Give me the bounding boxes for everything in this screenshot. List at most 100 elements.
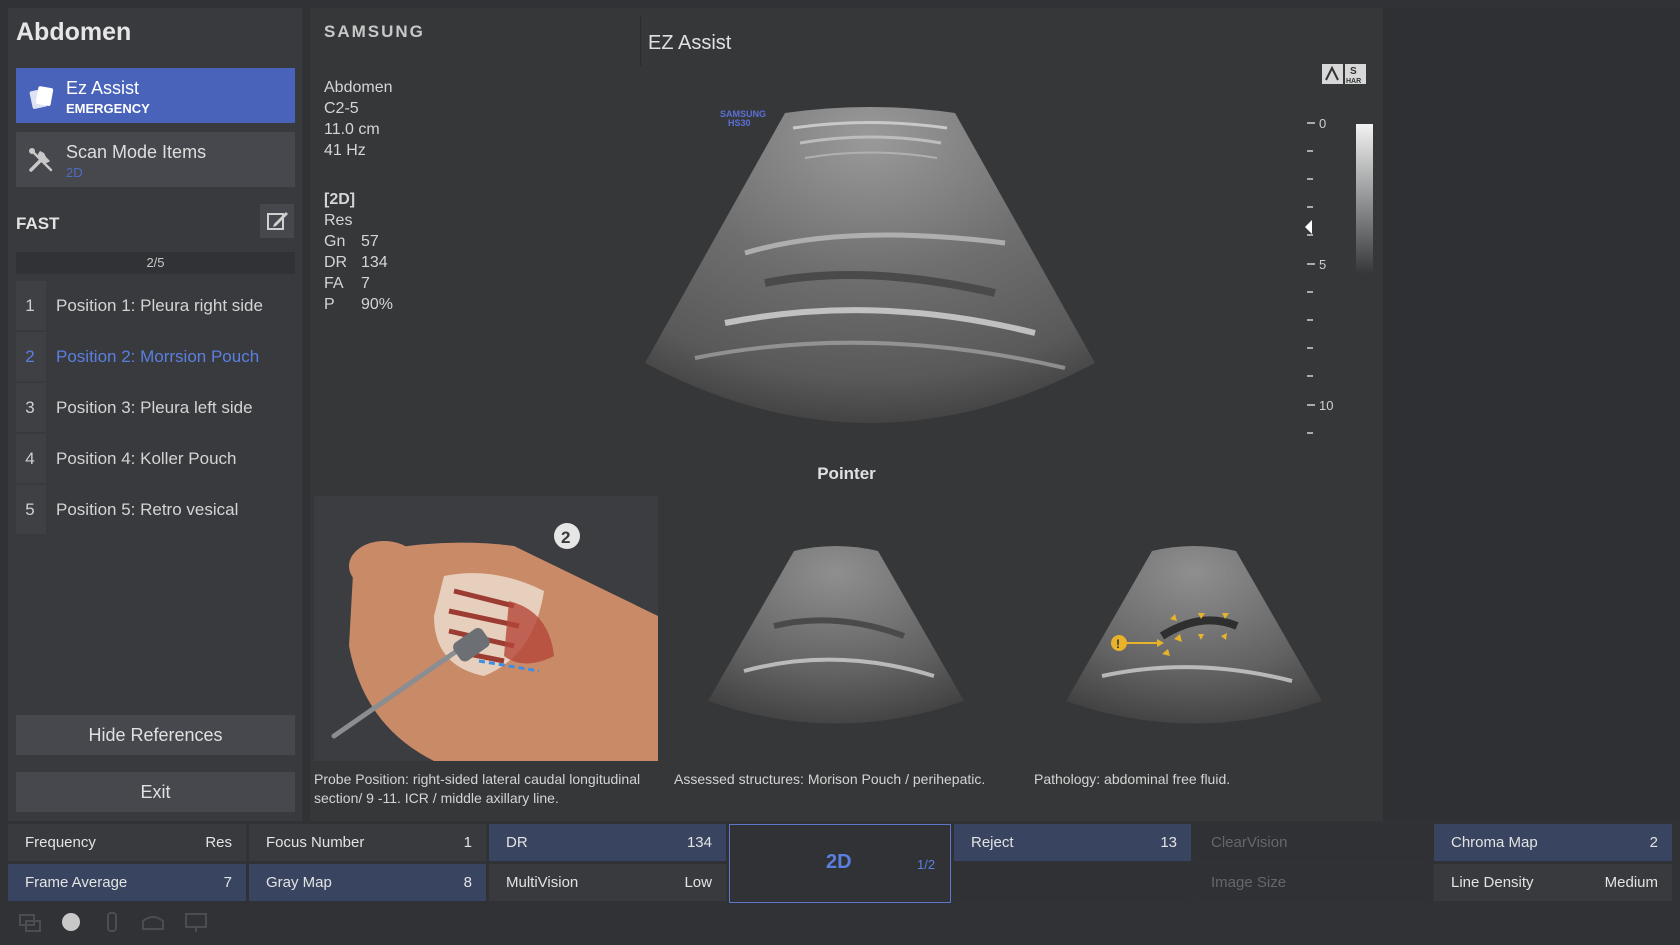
- printer-icon: [142, 916, 164, 930]
- control-name: ClearVision: [1211, 834, 1288, 851]
- probe-position-image: 2: [314, 496, 658, 761]
- cards-icon: [29, 86, 54, 109]
- param-value: 57: [361, 233, 379, 250]
- list-item[interactable]: 1 Position 1: Pleura right side: [16, 281, 295, 330]
- edit-protocol-button[interactable]: [260, 204, 294, 238]
- param-value: 90%: [361, 296, 394, 313]
- list-item[interactable]: 5 Position 5: Retro vesical: [16, 485, 295, 534]
- watermark-line2: HS30: [728, 118, 751, 128]
- control-value: 7: [223, 874, 232, 891]
- mode-header: [2D]: [324, 191, 356, 208]
- brand-logo: SAMSUNG: [324, 22, 425, 41]
- page-title: EZ Assist: [648, 32, 732, 54]
- param-row: FA 7: [324, 273, 393, 294]
- probe-position-caption: Probe Position: right-sided lateral caud…: [314, 771, 641, 806]
- svg-text:!: !: [1116, 637, 1120, 651]
- main-panel: SAMSUNG EZ Assist Abdomen C2-5 11.0 cm 4…: [310, 8, 1383, 821]
- position-number: 2: [25, 347, 35, 366]
- left-panel: Abdomen Ez Assist EMERGENCY Scan Mode It…: [8, 8, 302, 821]
- scan-mode-items-button[interactable]: Scan Mode Items 2D: [16, 132, 295, 187]
- assessed-structures-caption: Assessed structures: Morison Pouch / per…: [674, 771, 986, 787]
- control-value: 134: [686, 834, 712, 851]
- ez-assist-button[interactable]: Ez Assist EMERGENCY: [16, 68, 295, 123]
- title-bar: [640, 16, 1383, 66]
- record-icon: [62, 913, 80, 931]
- icon-s-text: S: [1350, 66, 1357, 77]
- scan-info: Abdomen C2-5 11.0 cm 41 Hz: [324, 77, 393, 161]
- param-row: Gn 57: [324, 231, 393, 252]
- icon-har-text: HAR: [1346, 78, 1361, 85]
- control-value: 8: [463, 874, 472, 891]
- control-value: 1: [463, 834, 472, 851]
- tools-icon: [29, 148, 53, 172]
- res-label: Res: [324, 212, 353, 229]
- control-value: 2: [1649, 834, 1658, 851]
- focus-marker-icon[interactable]: [1305, 220, 1312, 234]
- position-badge: 2: [561, 528, 570, 547]
- reference-ultrasound-image: [664, 496, 1008, 761]
- dr-control[interactable]: DR 134: [489, 824, 726, 861]
- control-name: Focus Number: [266, 834, 365, 851]
- mode-page: 1/2: [917, 857, 936, 872]
- position-label: Position 5: Retro vesical: [46, 485, 295, 534]
- position-label: Position 4: Koller Pouch: [46, 434, 295, 483]
- focus-number-control[interactable]: Focus Number 1: [249, 824, 486, 861]
- reject-control[interactable]: Reject 13: [954, 824, 1191, 861]
- frame-rate: 41 Hz: [324, 142, 366, 159]
- control-value: Res: [205, 834, 232, 851]
- chroma-map-control[interactable]: Chroma Map 2: [1434, 824, 1672, 861]
- gray-map-control[interactable]: Gray Map 8: [249, 864, 486, 901]
- depth-tick-5: 5: [1319, 257, 1326, 272]
- mode-2d-button[interactable]: 2D 1/2: [729, 824, 951, 903]
- pathology-caption: Pathology: abdominal free fluid.: [1034, 771, 1231, 787]
- param-value: 7: [361, 275, 370, 292]
- preset-name: Abdomen: [324, 79, 393, 96]
- position-number: 5: [25, 500, 35, 519]
- mode-params: [2D] Res Gn 57 DR 134 FA 7 P 90%: [324, 189, 393, 315]
- list-item[interactable]: 4 Position 4: Koller Pouch: [16, 434, 295, 483]
- har-icon: S HAR: [1322, 64, 1366, 85]
- control-name: Line Density: [1451, 874, 1534, 891]
- position-label: Position 1: Pleura right side: [46, 281, 295, 330]
- ez-assist-sublabel: EMERGENCY: [66, 101, 150, 116]
- depth-value: 11.0 cm: [324, 121, 380, 138]
- position-label: Position 3: Pleura left side: [46, 383, 295, 432]
- scan-mode-sublabel: 2D: [66, 165, 83, 180]
- position-number: 3: [25, 398, 35, 417]
- list-item[interactable]: 3 Position 3: Pleura left side: [16, 383, 295, 432]
- ez-assist-label: Ez Assist: [66, 78, 140, 98]
- control-value: 13: [1160, 834, 1177, 851]
- preset-title: Abdomen: [16, 18, 132, 46]
- right-strip: [1383, 8, 1680, 821]
- control-name: Gray Map: [266, 874, 332, 891]
- param-row: P 90%: [324, 294, 393, 315]
- control-name: Reject: [971, 834, 1014, 851]
- control-name: DR: [506, 834, 528, 851]
- scan-mode-label: Scan Mode Items: [66, 142, 207, 162]
- param-value: 134: [361, 254, 388, 271]
- depth-tick-0: 0: [1319, 118, 1326, 131]
- control-value: Medium: [1604, 874, 1658, 891]
- depth-tick-10: 10: [1319, 398, 1333, 413]
- list-item[interactable]: 2 Position 2: Morrsion Pouch: [16, 332, 295, 381]
- position-label: Position 2: Morrsion Pouch: [46, 332, 295, 381]
- control-value: Low: [684, 874, 712, 891]
- position-number: 4: [25, 449, 35, 468]
- status-icons: [19, 912, 207, 932]
- frame-average-control[interactable]: Frame Average 7: [8, 864, 246, 901]
- edit-icon: [267, 212, 288, 230]
- mode-label: 2D: [826, 851, 852, 873]
- clearvision-control[interactable]: ClearVision: [1194, 824, 1431, 861]
- line-density-control[interactable]: Line Density Medium: [1434, 864, 1672, 901]
- control-name: Image Size: [1211, 874, 1287, 891]
- param-key: FA: [324, 275, 344, 292]
- frequency-control[interactable]: Frequency Res: [8, 824, 246, 861]
- multivision-control[interactable]: MultiVision Low: [489, 864, 726, 901]
- ultrasound-image[interactable]: SAMSUNG HS30: [625, 103, 1115, 448]
- exit-button[interactable]: Exit: [16, 772, 295, 812]
- network-icon: [19, 914, 41, 932]
- image-size-control[interactable]: Image Size: [1194, 864, 1431, 901]
- control-name: MultiVision: [506, 874, 579, 891]
- hide-references-button[interactable]: Hide References: [16, 715, 295, 755]
- protocol-title: FAST: [16, 214, 60, 233]
